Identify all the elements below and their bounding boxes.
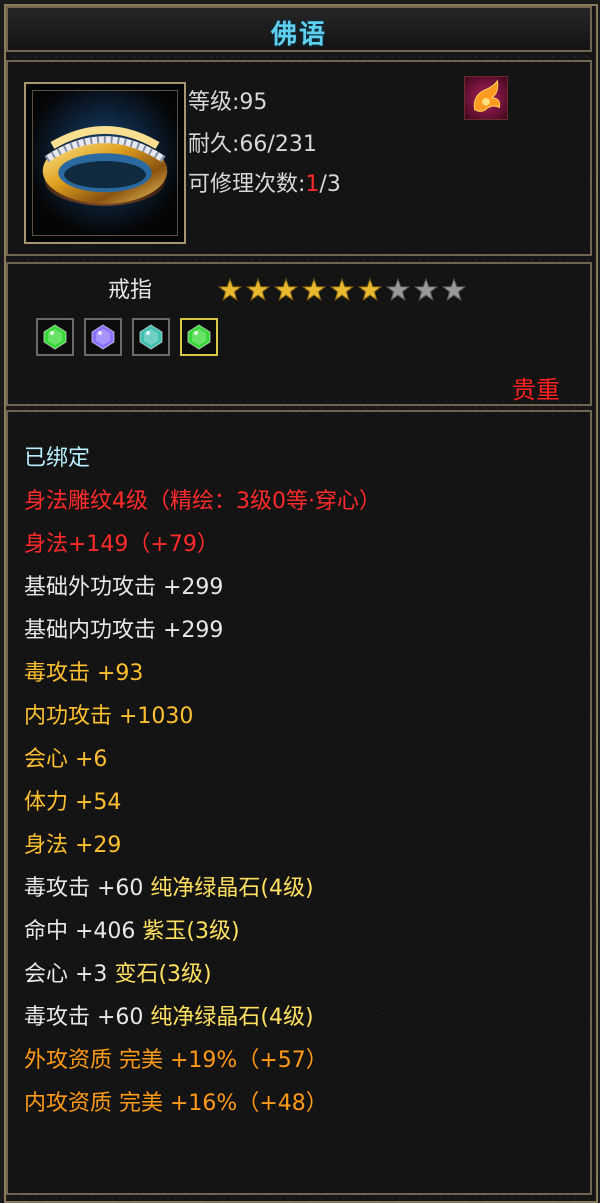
gem-stat-3: 会心 +3 变石(3级)	[24, 962, 212, 988]
star-rating	[217, 277, 470, 306]
item-durability: 耐久:66/231	[188, 132, 317, 157]
change-stone-gem-icon[interactable]	[132, 318, 170, 356]
title-bar: 佛语	[6, 6, 592, 52]
bound-status: 已绑定	[24, 446, 91, 471]
gem-stat-4: 毒攻击 +60 纯净绿晶石(4级)	[24, 1005, 314, 1031]
star-empty-icon	[413, 277, 442, 304]
repair-count-label: 可修理次数:	[188, 172, 306, 197]
green-crystal-gem-icon[interactable]	[180, 318, 218, 356]
repair-count-max: /3	[319, 172, 341, 197]
star-filled-icon	[217, 277, 246, 304]
item-icon-slot[interactable]	[24, 82, 186, 244]
engrave-line: 身法雕纹4级（精绘：3级0等·穿心）	[24, 489, 381, 514]
stamina: 体力 +54	[24, 790, 122, 815]
agility: 身法 +29	[24, 833, 122, 858]
base-ext-attack: 基础外功攻击 +299	[24, 575, 224, 600]
gem-stat-2: 命中 +406 紫玉(3级)	[24, 919, 240, 945]
poison-attack: 毒攻击 +93	[24, 661, 144, 686]
gem-stat-3-value: 会心 +3	[24, 962, 108, 987]
item-type: 戒指	[108, 278, 153, 303]
purple-jade-gem-icon[interactable]	[84, 318, 122, 356]
star-filled-icon	[245, 277, 274, 304]
ext-attack-quality: 外攻资质 完美 +19%（+57）	[24, 1048, 328, 1073]
gem-stat-3-name: 变石(3级)	[114, 962, 212, 987]
star-filled-icon	[357, 277, 386, 304]
item-level: 等级:95	[188, 90, 268, 115]
gem-stat-1-name: 纯净绿晶石(4级)	[150, 876, 314, 901]
gem-stat-4-value: 毒攻击 +60	[24, 1005, 144, 1030]
base-int-attack: 基础内功攻击 +299	[24, 618, 224, 643]
star-empty-icon	[441, 277, 470, 304]
gem-stat-4-name: 纯净绿晶石(4级)	[150, 1005, 314, 1030]
star-filled-icon	[329, 277, 358, 304]
item-title: 佛语	[270, 20, 327, 50]
gem-stat-2-value: 命中 +406	[24, 919, 136, 944]
rarity-label: 贵重	[512, 376, 560, 404]
gem-stat-2-name: 紫玉(3级)	[142, 919, 240, 944]
star-filled-icon	[301, 277, 330, 304]
repair-count-used: 1	[305, 172, 320, 197]
item-repair-count: 可修理次数:1/3	[188, 166, 341, 198]
gem-stat-1: 毒攻击 +60 纯净绿晶石(4级)	[24, 876, 314, 902]
dragon-emblem-icon	[464, 76, 508, 120]
agility-total: 身法+149（+79）	[24, 532, 219, 557]
int-attack-quality: 内攻资质 完美 +16%（+48）	[24, 1091, 328, 1116]
star-empty-icon	[385, 277, 414, 304]
crit: 会心 +6	[24, 747, 108, 772]
gem-stat-1-value: 毒攻击 +60	[24, 876, 144, 901]
int-attack: 内功攻击 +1030	[24, 704, 194, 729]
green-crystal-gem-icon[interactable]	[36, 318, 74, 356]
star-filled-icon	[273, 277, 302, 304]
gold-ring-icon	[32, 90, 178, 236]
